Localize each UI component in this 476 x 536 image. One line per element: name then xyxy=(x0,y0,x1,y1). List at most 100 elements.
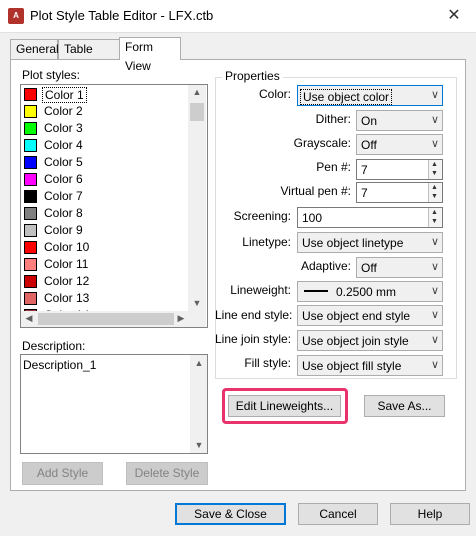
scroll-down-arrow-icon[interactable]: ▼ xyxy=(190,298,204,308)
list-item[interactable]: Color 6 xyxy=(22,171,190,188)
list-hscroll-thumb[interactable] xyxy=(38,313,174,325)
fill-style-label: Fill style: xyxy=(244,356,291,370)
spin-up-icon[interactable]: ▲ xyxy=(431,161,438,168)
list-item-label: Color 13 xyxy=(44,291,90,305)
color-swatch xyxy=(24,258,37,271)
spin-up-icon[interactable]: ▲ xyxy=(431,184,438,191)
scroll-left-arrow-icon[interactable]: ◀ xyxy=(24,313,34,324)
linetype-label: Linetype: xyxy=(242,235,291,249)
list-item[interactable]: Color 10 xyxy=(22,239,190,256)
screening-label: Screening: xyxy=(233,209,291,223)
fill-style-dropdown[interactable]: Use object fill style ∨ xyxy=(297,355,443,376)
save-close-button[interactable]: Save & Close xyxy=(175,503,286,525)
list-item[interactable]: Color 8 xyxy=(22,205,190,222)
color-swatch xyxy=(24,190,37,203)
list-scroll-thumb[interactable] xyxy=(190,103,204,121)
chevron-down-icon: ∨ xyxy=(430,285,439,297)
fill-style-value: Use object fill style xyxy=(302,359,402,373)
list-item-label: Color 3 xyxy=(44,121,83,135)
spin-buttons[interactable]: ▲ ▼ xyxy=(428,183,442,202)
list-item[interactable]: Color 11 xyxy=(22,256,190,273)
lineweight-sample-line xyxy=(304,290,328,292)
adaptive-dropdown[interactable]: Off ∨ xyxy=(356,257,443,278)
list-item[interactable]: Color 12 xyxy=(22,273,190,290)
delete-style-button[interactable]: Delete Style xyxy=(126,462,208,485)
color-swatch xyxy=(24,105,37,118)
color-swatch xyxy=(24,139,37,152)
list-item-label: Color 7 xyxy=(44,189,83,203)
virtual-pen-stepper[interactable]: 7 ▲ ▼ xyxy=(356,182,443,203)
list-item-label: Color 9 xyxy=(44,223,83,237)
linetype-dropdown[interactable]: Use object linetype ∨ xyxy=(297,232,443,253)
add-style-button[interactable]: Add Style xyxy=(22,462,103,485)
chevron-down-icon: ∨ xyxy=(430,334,439,346)
tab-form-view[interactable]: Form View xyxy=(119,37,181,73)
scroll-right-arrow-icon[interactable]: ▶ xyxy=(176,313,186,324)
list-item[interactable]: Color 5 xyxy=(22,154,190,171)
dither-dropdown[interactable]: On ∨ xyxy=(356,110,443,131)
grayscale-label: Grayscale: xyxy=(293,136,351,150)
virtual-pen-label: Virtual pen #: xyxy=(280,184,352,198)
grayscale-dropdown[interactable]: Off ∨ xyxy=(356,134,443,155)
tab-table-view[interactable]: Table View xyxy=(58,39,120,75)
scroll-up-arrow-icon[interactable]: ▲ xyxy=(190,87,204,97)
list-item-label: Color 12 xyxy=(44,274,90,288)
grayscale-value: Off xyxy=(361,138,377,152)
pen-number-stepper[interactable]: 7 ▲ ▼ xyxy=(356,159,443,180)
close-button[interactable]: ✕ xyxy=(440,4,468,28)
save-as-button[interactable]: Save As... xyxy=(364,395,445,417)
line-join-style-value: Use object join style xyxy=(302,334,409,348)
list-item[interactable]: Color 4 xyxy=(22,137,190,154)
list-item-label: Color 4 xyxy=(44,138,83,152)
line-end-style-label: Line end style: xyxy=(215,308,293,322)
help-button[interactable]: Help xyxy=(390,503,470,525)
color-swatch xyxy=(24,241,37,254)
list-item[interactable]: Color 13 xyxy=(22,290,190,307)
list-item[interactable]: Color 9 xyxy=(22,222,190,239)
color-label: Color: xyxy=(258,87,291,101)
cancel-button[interactable]: Cancel xyxy=(298,503,378,525)
spin-down-icon[interactable]: ▼ xyxy=(431,193,438,200)
lineweight-label: Lineweight: xyxy=(230,283,291,297)
pen-label: Pen #: xyxy=(316,160,351,174)
list-item-label: Color 2 xyxy=(44,104,83,118)
chevron-down-icon: ∨ xyxy=(430,138,439,150)
spin-buttons[interactable]: ▲ ▼ xyxy=(428,160,442,179)
scroll-corner xyxy=(188,311,206,327)
chevron-down-icon: ∨ xyxy=(430,236,439,248)
tab-general[interactable]: General xyxy=(10,39,59,59)
line-end-style-dropdown[interactable]: Use object end style ∨ xyxy=(297,305,443,326)
list-item-label: Color 5 xyxy=(44,155,83,169)
spin-up-icon[interactable]: ▲ xyxy=(431,209,438,216)
list-item-label: Color 1 xyxy=(42,87,87,103)
list-item[interactable]: Color 2 xyxy=(22,103,190,120)
color-dropdown[interactable]: Use object color ∨ xyxy=(297,85,443,106)
spin-down-icon[interactable]: ▼ xyxy=(431,218,438,225)
description-value: Description_1 xyxy=(23,358,97,372)
spin-down-icon[interactable]: ▼ xyxy=(431,170,438,177)
spin-buttons[interactable]: ▲ ▼ xyxy=(428,208,442,227)
desc-scroll-up-icon[interactable]: ▲ xyxy=(192,358,206,368)
line-join-style-label: Line join style: xyxy=(215,332,292,346)
list-item[interactable]: Color 3 xyxy=(22,120,190,137)
list-item[interactable]: Color 7 xyxy=(22,188,190,205)
screening-stepper[interactable]: 100 ▲ ▼ xyxy=(297,207,443,228)
chevron-down-icon: ∨ xyxy=(430,114,439,126)
chevron-down-icon: ∨ xyxy=(430,359,439,371)
list-item[interactable]: Color 1 xyxy=(22,86,190,103)
color-swatch xyxy=(24,88,37,101)
chevron-down-icon: ∨ xyxy=(430,309,439,321)
color-swatch xyxy=(24,275,37,288)
line-join-style-dropdown[interactable]: Use object join style ∨ xyxy=(297,330,443,351)
description-scrollbar[interactable] xyxy=(190,355,207,453)
edit-lineweights-button[interactable]: Edit Lineweights... xyxy=(228,395,341,417)
color-swatch xyxy=(24,207,37,220)
window-title: Plot Style Table Editor - LFX.ctb xyxy=(30,8,214,23)
line-end-style-value: Use object end style xyxy=(302,309,411,323)
linetype-value: Use object linetype xyxy=(302,236,404,250)
color-swatch xyxy=(24,156,37,169)
properties-legend: Properties xyxy=(222,69,283,83)
list-item-label: Color 8 xyxy=(44,206,83,220)
desc-scroll-down-icon[interactable]: ▼ xyxy=(192,440,206,450)
list-item-label: Color 6 xyxy=(44,172,83,186)
